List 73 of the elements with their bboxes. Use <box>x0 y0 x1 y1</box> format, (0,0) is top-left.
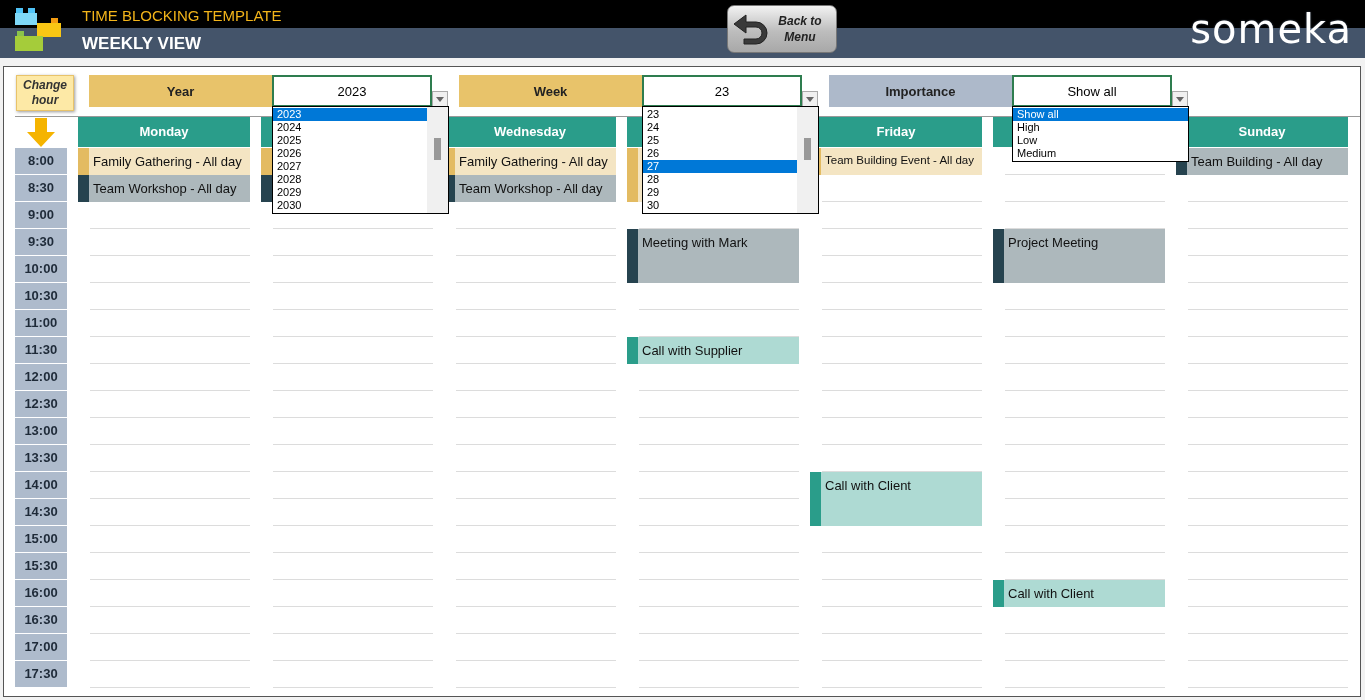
dropdown-option[interactable]: 23 <box>643 108 797 121</box>
time-label: 11:30 <box>15 337 67 363</box>
blocks-logo-icon <box>15 6 62 52</box>
filter-label: Year <box>89 75 272 107</box>
time-label: 12:30 <box>15 391 67 417</box>
dropdown-option[interactable]: 28 <box>643 173 797 186</box>
day-header <box>993 117 1015 147</box>
time-label: 8:30 <box>15 175 67 201</box>
event-block[interactable]: Family Gathering - All day <box>78 148 250 175</box>
event-title: Team Workshop - All day <box>458 180 603 196</box>
change-hour-button[interactable]: Change hour <box>16 75 74 111</box>
time-label: 14:00 <box>15 472 67 498</box>
dropdown-option[interactable]: 2023 <box>273 108 427 121</box>
day-header: Monday <box>78 117 250 147</box>
event-block[interactable]: Call with Client <box>993 580 1165 607</box>
filter-label: Week <box>459 75 642 107</box>
event-title: Call with Client <box>824 477 911 493</box>
dropdown-field[interactable]: 23 <box>642 75 802 107</box>
time-label: 17:30 <box>15 661 67 687</box>
scrollbar[interactable] <box>427 107 448 213</box>
dropdown-option[interactable]: 2029 <box>273 186 427 199</box>
event-title: Family Gathering - All day <box>92 153 242 169</box>
time-label: 8:00 <box>15 148 67 174</box>
event-block[interactable]: Call with Supplier <box>627 337 799 364</box>
event-title: Team Building - All day <box>1190 153 1323 169</box>
dropdown-option[interactable]: 24 <box>643 121 797 134</box>
time-label: 16:00 <box>15 580 67 606</box>
event-title: Call with Supplier <box>641 342 743 358</box>
time-label: 12:00 <box>15 364 67 390</box>
dropdown-option[interactable]: 29 <box>643 186 797 199</box>
back-to-menu-button[interactable]: Back to Menu <box>727 5 837 53</box>
time-label: 15:30 <box>15 553 67 579</box>
event-block[interactable]: Team Building - All day <box>1176 148 1348 175</box>
time-label: 13:00 <box>15 418 67 444</box>
event-title: Project Meeting <box>1007 234 1099 250</box>
time-label: 14:30 <box>15 499 67 525</box>
event-title: Family Gathering - All day <box>458 153 608 169</box>
dropdown-option[interactable]: 30 <box>643 199 797 212</box>
event-title: Team Workshop - All day <box>92 180 237 196</box>
dropdown-option[interactable]: 2024 <box>273 121 427 134</box>
time-label: 17:00 <box>15 634 67 660</box>
dropdown-option[interactable]: 2030 <box>273 199 427 212</box>
dropdown-option[interactable]: 2027 <box>273 160 427 173</box>
dropdown-option[interactable]: 2026 <box>273 147 427 160</box>
time-label: 9:30 <box>15 229 67 255</box>
event-block[interactable]: Meeting with Mark <box>627 229 799 283</box>
dropdown-option[interactable]: 27 <box>643 160 797 173</box>
time-label: 13:30 <box>15 445 67 471</box>
time-label: 11:00 <box>15 310 67 336</box>
time-label: 15:00 <box>15 526 67 552</box>
time-label: 16:30 <box>15 607 67 633</box>
time-label: 10:30 <box>15 283 67 309</box>
time-label: 10:00 <box>15 256 67 282</box>
event-block[interactable]: Project Meeting <box>993 229 1165 283</box>
event-title: Meeting with Mark <box>641 234 748 250</box>
dropdown-field[interactable]: 2023 <box>272 75 432 107</box>
event-title: Call with Client <box>1007 585 1094 601</box>
dropdown-option[interactable]: 2028 <box>273 173 427 186</box>
event-block[interactable]: Call with Client <box>810 472 982 526</box>
dropdown-option[interactable]: Show all <box>1013 108 1188 121</box>
scrollbar[interactable] <box>797 107 818 213</box>
view-title: WEEKLY VIEW <box>82 33 203 55</box>
dropdown-option[interactable]: 26 <box>643 147 797 160</box>
down-arrow-icon <box>26 117 56 148</box>
dropdown-option[interactable]: 2025 <box>273 134 427 147</box>
event-block[interactable]: Team Workshop - All day <box>78 175 250 202</box>
app-title: TIME BLOCKING TEMPLATE <box>82 6 283 26</box>
dropdown-option[interactable]: 25 <box>643 134 797 147</box>
time-label: 9:00 <box>15 202 67 228</box>
filter-label: Importance <box>829 75 1012 107</box>
dropdown-field[interactable]: Show all <box>1012 75 1172 107</box>
event-title: Team Building Event - All day <box>824 153 974 166</box>
return-arrow-icon <box>732 12 770 46</box>
